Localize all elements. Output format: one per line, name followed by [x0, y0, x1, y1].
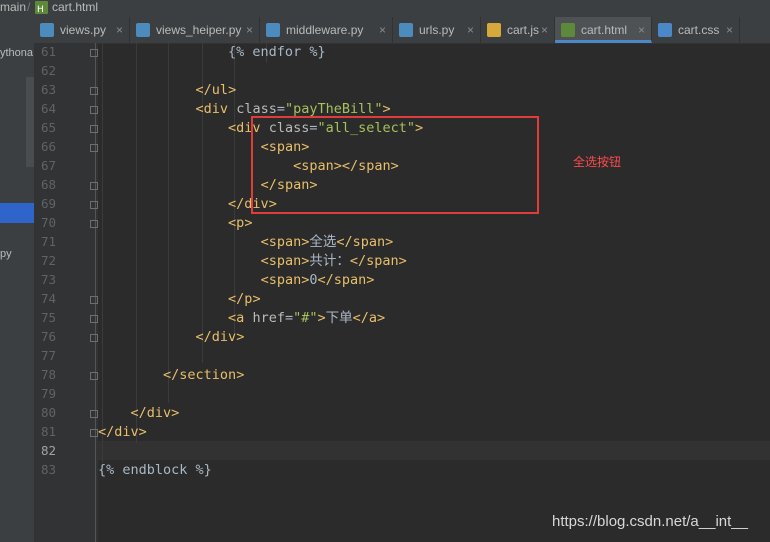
close-icon[interactable]: ×: [541, 17, 548, 43]
tab-label: cart.css: [678, 23, 720, 37]
line-number: 77: [40, 348, 56, 363]
current-line-highlight: [98, 441, 770, 460]
tab-label: cart.html: [581, 23, 628, 37]
code-line[interactable]: {% endblock %}: [98, 461, 212, 480]
project-item[interactable]: ythona: [0, 47, 33, 59]
fold-marker-icon[interactable]: [90, 372, 98, 380]
annotation-label: 全选按钮: [573, 155, 622, 169]
fold-marker-icon[interactable]: [90, 429, 98, 437]
line-number: 76: [40, 329, 56, 344]
js-file-icon: [487, 23, 501, 37]
project-panel: ythona py: [0, 17, 34, 542]
code-line[interactable]: <a href="#">下单</a>: [98, 309, 385, 328]
tab-label: cart.js: [507, 23, 540, 37]
line-number: 81: [40, 424, 56, 439]
tab-label: views_heiper.py: [156, 23, 242, 37]
line-number: 75: [40, 310, 56, 325]
code-line[interactable]: </div>: [98, 195, 277, 214]
line-number: 82: [40, 443, 56, 458]
line-number: 73: [40, 272, 56, 287]
fold-marker-icon[interactable]: [90, 87, 98, 95]
line-gutter: 61 62 63 64 65 66 67 68 69 70 71 72 73 74 75 76 77 78 79 80…: [34, 43, 98, 542]
fold-marker-icon[interactable]: [90, 106, 98, 114]
breadcrumb-project[interactable]: main: [0, 0, 26, 15]
close-icon[interactable]: ×: [246, 17, 253, 43]
python-file-icon: [40, 23, 54, 37]
line-number: 66: [40, 139, 56, 154]
line-number: 78: [40, 367, 56, 382]
line-number: 69: [40, 196, 56, 211]
code-line[interactable]: </p>: [98, 290, 261, 309]
fold-marker-icon[interactable]: [90, 201, 98, 209]
html-file-icon: H: [35, 1, 48, 18]
breadcrumb-file[interactable]: cart.html: [52, 0, 98, 15]
code-line[interactable]: <span>全选</span>: [98, 233, 394, 252]
line-number: 71: [40, 234, 56, 249]
close-icon[interactable]: ×: [726, 17, 733, 43]
tab-middleware-py[interactable]: middleware.py ×: [260, 17, 393, 43]
fold-marker-icon[interactable]: [90, 182, 98, 190]
code-line[interactable]: </ul>: [98, 81, 237, 100]
project-item[interactable]: py: [0, 248, 12, 260]
line-number: 68: [40, 177, 56, 192]
tab-views-py[interactable]: views.py ×: [34, 17, 130, 43]
code-line[interactable]: <span>0</span>: [98, 271, 375, 290]
tab-urls-py[interactable]: urls.py ×: [393, 17, 481, 43]
gutter-divider: [95, 43, 96, 542]
fold-marker-icon[interactable]: [90, 410, 98, 418]
fold-marker-icon[interactable]: [90, 125, 98, 133]
fold-marker-icon[interactable]: [90, 315, 98, 323]
editor-tabs: views.py × views_heiper.py × middleware.py × u…: [34, 17, 770, 44]
breadcrumb-separator: /: [27, 0, 31, 14]
line-number: 83: [40, 462, 56, 477]
python-file-icon: [399, 23, 413, 37]
code-line[interactable]: </section>: [98, 366, 244, 385]
highlight-box: [251, 116, 539, 214]
python-file-icon: [136, 23, 150, 37]
close-icon[interactable]: ×: [116, 17, 123, 43]
css-file-icon: [658, 23, 672, 37]
html-file-icon: [561, 23, 575, 37]
svg-text:H: H: [37, 5, 44, 14]
code-line[interactable]: </div>: [98, 404, 180, 423]
tab-cart-css[interactable]: cart.css ×: [652, 17, 740, 43]
code-line[interactable]: <p>: [98, 214, 252, 233]
panel-scrollbar[interactable]: [26, 77, 34, 167]
tab-label: middleware.py: [286, 23, 364, 37]
line-number: 61: [40, 44, 56, 59]
project-item-selected[interactable]: [0, 203, 34, 223]
fold-marker-icon[interactable]: [90, 220, 98, 228]
code-line[interactable]: </div>: [98, 328, 245, 347]
fold-marker-icon[interactable]: [90, 334, 98, 342]
line-number: 64: [40, 101, 56, 116]
close-icon[interactable]: ×: [467, 17, 474, 43]
tab-cart-js[interactable]: cart.js ×: [481, 17, 555, 43]
line-number: 62: [40, 63, 56, 78]
line-number: 72: [40, 253, 56, 268]
close-icon[interactable]: ×: [638, 17, 645, 43]
close-icon[interactable]: ×: [379, 17, 386, 43]
fold-marker-icon[interactable]: [90, 144, 98, 152]
code-line[interactable]: {% endfor %}: [98, 43, 326, 62]
python-file-icon: [266, 23, 280, 37]
fold-marker-icon[interactable]: [90, 296, 98, 304]
breadcrumb: main / H cart.html: [0, 0, 770, 17]
code-line[interactable]: </div>: [98, 423, 147, 442]
watermark: https://blog.csdn.net/a__int__: [552, 513, 748, 530]
line-number: 70: [40, 215, 56, 230]
line-number: 63: [40, 82, 56, 97]
tab-label: views.py: [60, 23, 107, 37]
fold-marker-icon[interactable]: [90, 49, 98, 57]
tab-cart-html[interactable]: cart.html ×: [555, 17, 652, 43]
line-number: 67: [40, 158, 56, 173]
line-number: 65: [40, 120, 56, 135]
tab-label: urls.py: [419, 23, 455, 37]
line-number: 80: [40, 405, 56, 420]
tab-views-heiper-py[interactable]: views_heiper.py ×: [130, 17, 260, 43]
code-line[interactable]: <span>共计：</span>: [98, 252, 407, 271]
line-number: 74: [40, 291, 56, 306]
line-number: 79: [40, 386, 56, 401]
